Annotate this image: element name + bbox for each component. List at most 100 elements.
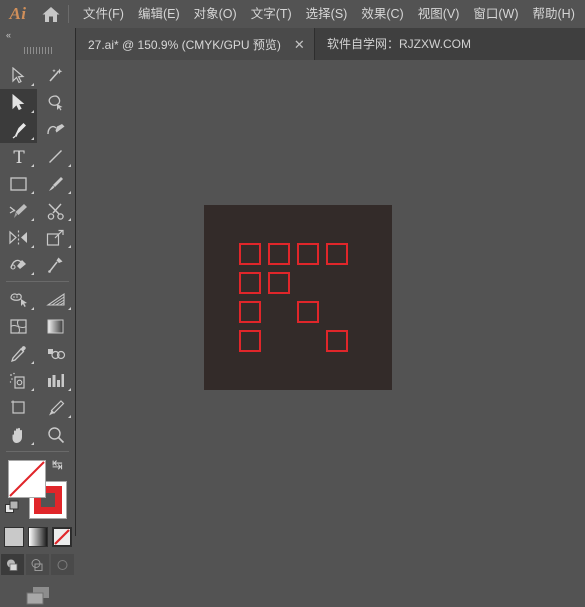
tool-row	[0, 394, 75, 421]
perspective-grid-tool[interactable]	[37, 286, 74, 313]
tool-row	[0, 421, 75, 448]
shape-builder-tool[interactable]	[0, 286, 37, 313]
draw-behind-button[interactable]	[26, 554, 49, 575]
site-watermark-label: 软件自学网：RJZXW.COM	[327, 37, 471, 51]
home-icon[interactable]	[36, 0, 66, 28]
symbol-sprayer-tool[interactable]	[0, 367, 37, 394]
tool-row	[0, 170, 75, 197]
ai-logo: Ai	[9, 4, 27, 23]
puppet-warp-tool[interactable]	[37, 251, 74, 278]
shaper-tool[interactable]	[0, 197, 37, 224]
rect-r3c1[interactable]	[239, 301, 261, 323]
direct-selection-tool[interactable]	[0, 89, 37, 116]
rect-r1c4[interactable]	[326, 243, 348, 265]
free-transform-tool[interactable]	[37, 224, 74, 251]
scissors-tool[interactable]	[37, 197, 74, 224]
paintbrush-tool[interactable]	[37, 170, 74, 197]
tool-row: T	[0, 143, 75, 170]
slice-tool[interactable]	[37, 394, 74, 421]
tool-expand-corner-icon	[68, 415, 71, 418]
artboard-tool[interactable]	[0, 394, 37, 421]
zoom-tool[interactable]	[37, 421, 74, 448]
curvature-tool[interactable]	[37, 116, 74, 143]
tool-expand-corner-icon	[31, 218, 34, 221]
document-tab-bar: « 27.ai* @ 150.9% (CMYK/GPU 预览) ✕ 软件自学网：…	[0, 28, 585, 60]
magic-wand-tool[interactable]	[37, 62, 74, 89]
close-icon[interactable]: ✕	[294, 38, 305, 51]
fill-none-slash-icon	[9, 461, 45, 497]
menu-object[interactable]: 对象(O)	[194, 0, 237, 28]
tool-expand-corner-icon	[68, 164, 71, 167]
tool-expand-corner-icon	[31, 83, 34, 86]
artboard[interactable]	[204, 205, 392, 390]
pen-tool[interactable]	[0, 116, 37, 143]
menu-help[interactable]: 帮助(H)	[533, 0, 575, 28]
tool-group-divider	[6, 451, 69, 452]
tool-row	[0, 286, 75, 313]
menu-type[interactable]: 文字(T)	[251, 0, 292, 28]
menu-file[interactable]: 文件(F)	[83, 0, 124, 28]
color-mode-button[interactable]	[3, 527, 24, 547]
tool-grid: T ↹	[0, 62, 75, 607]
menu-edit[interactable]: 编辑(E)	[138, 0, 180, 28]
mesh-tool[interactable]	[0, 313, 37, 340]
document-tab[interactable]: 27.ai* @ 150.9% (CMYK/GPU 预览) ✕	[76, 28, 315, 60]
draw-normal-button[interactable]	[1, 554, 24, 575]
tool-row	[0, 116, 75, 143]
width-tool[interactable]	[0, 251, 37, 278]
gradient-mode-button[interactable]	[27, 527, 48, 547]
change-screen-mode-button[interactable]	[0, 585, 75, 607]
canvas-area[interactable]	[76, 60, 585, 536]
lasso-tool[interactable]	[37, 89, 74, 116]
tool-expand-corner-icon	[68, 245, 71, 248]
rect-r1c3[interactable]	[297, 243, 319, 265]
color-mode-row	[0, 527, 75, 547]
line-segment-tool[interactable]	[37, 143, 74, 170]
selection-tool[interactable]	[0, 62, 37, 89]
tool-row	[0, 197, 75, 224]
menu-effect[interactable]: 效果(C)	[361, 0, 403, 28]
menu-view[interactable]: 视图(V)	[418, 0, 460, 28]
tool-expand-corner-icon	[31, 245, 34, 248]
tool-expand-corner-icon	[68, 191, 71, 194]
menu-window[interactable]: 窗口(W)	[473, 0, 518, 28]
rect-r1c2[interactable]	[268, 243, 290, 265]
rect-r4c4[interactable]	[326, 330, 348, 352]
tool-row	[0, 313, 75, 340]
eyedropper-tool[interactable]	[0, 340, 37, 367]
rect-r2c2[interactable]	[268, 272, 290, 294]
tool-expand-corner-icon	[31, 110, 34, 113]
tool-expand-corner-icon	[68, 307, 71, 310]
rect-r1c1[interactable]	[239, 243, 261, 265]
illustrator-window: Ai 文件(F) 编辑(E) 对象(O) 文字(T) 选择(S) 效果(C) 视…	[0, 0, 585, 605]
hand-tool[interactable]	[0, 421, 37, 448]
none-mode-button[interactable]	[51, 527, 72, 547]
fill-color-swatch[interactable]	[8, 460, 46, 498]
type-tool[interactable]: T	[0, 143, 37, 170]
column-graph-tool[interactable]	[37, 367, 74, 394]
tool-expand-corner-icon	[31, 137, 34, 140]
rectangle-tool[interactable]	[0, 170, 37, 197]
tool-row	[0, 367, 75, 394]
reflect-tool[interactable]	[0, 224, 37, 251]
collapse-panel-icon[interactable]: «	[6, 30, 11, 40]
tool-row	[0, 340, 75, 367]
draw-inside-button[interactable]	[51, 554, 74, 575]
menu-item-list: 文件(F) 编辑(E) 对象(O) 文字(T) 选择(S) 效果(C) 视图(V…	[83, 0, 575, 28]
tools-panel: T ↹	[0, 60, 76, 605]
panel-collapse-area[interactable]: «	[0, 28, 76, 60]
swap-fill-stroke-icon[interactable]: ↹	[52, 458, 63, 471]
rect-r3c3[interactable]	[297, 301, 319, 323]
gradient-tool[interactable]	[37, 313, 74, 340]
tool-row	[0, 62, 75, 89]
menu-select[interactable]: 选择(S)	[306, 0, 348, 28]
rect-r4c1[interactable]	[239, 330, 261, 352]
tool-row	[0, 251, 75, 278]
tool-expand-corner-icon	[31, 307, 34, 310]
draw-mode-row	[0, 554, 75, 575]
rect-r2c1[interactable]	[239, 272, 261, 294]
panel-drag-grip[interactable]	[24, 47, 52, 54]
default-fill-stroke-icon[interactable]	[5, 500, 20, 520]
blend-tool[interactable]	[37, 340, 74, 367]
tool-expand-corner-icon	[31, 164, 34, 167]
